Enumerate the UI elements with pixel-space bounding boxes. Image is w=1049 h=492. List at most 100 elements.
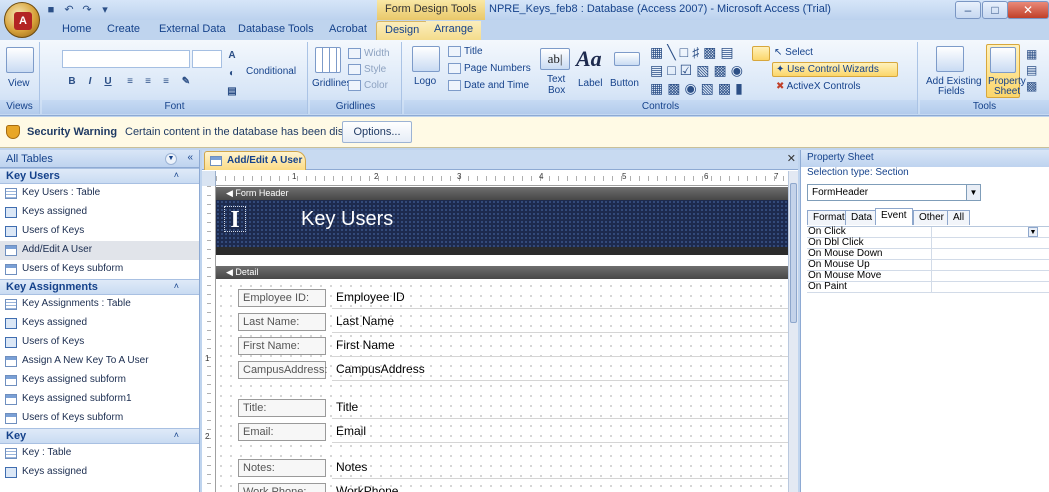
format-painter-icon[interactable]: ✎ (178, 74, 194, 90)
tab-arrange[interactable]: Arrange (426, 21, 482, 40)
controls-gallery-row1[interactable]: ▦╲□♯▩▤ (650, 44, 738, 61)
ptab-other[interactable]: Other (913, 210, 951, 225)
textbox-label-line1[interactable]: Text (547, 74, 565, 85)
vertical-scrollbar[interactable] (788, 171, 798, 492)
field-textbox[interactable]: Notes (332, 457, 788, 479)
minimize-button[interactable]: – (955, 1, 981, 19)
logo-button-label[interactable]: Logo (414, 76, 436, 87)
form-header-section-bar[interactable]: ◀ Form Header (216, 187, 788, 200)
property-value[interactable] (931, 282, 1049, 292)
nav-group-key-assignments[interactable]: Key Assignments ˄ (0, 279, 199, 295)
document-tab-add-edit-user[interactable]: Add/Edit A User (204, 151, 306, 170)
view-button-label[interactable]: View (8, 78, 30, 89)
chevron-down-icon[interactable]: ▼ (165, 153, 177, 165)
activex-controls-button[interactable]: ✖ ActiveX Controls (776, 81, 861, 92)
nav-item[interactable]: Keys assigned (0, 314, 199, 333)
gridlines-button-label[interactable]: Gridlines (312, 78, 351, 89)
maximize-button[interactable]: □ (982, 1, 1008, 19)
conditional-button[interactable]: Conditional (246, 66, 296, 77)
property-value[interactable] (931, 249, 1049, 259)
textbox-icon[interactable]: ab| (540, 48, 570, 70)
font-size-combo[interactable] (192, 50, 222, 68)
title-button[interactable]: Title (448, 46, 483, 57)
close-window-button[interactable]: ✕ (1007, 1, 1049, 19)
italic-button[interactable]: I (82, 74, 98, 90)
fill-color-icon[interactable]: ◐ (224, 66, 240, 82)
close-document-icon[interactable]: ✕ (787, 152, 796, 165)
nav-item[interactable]: Users of Keys (0, 333, 199, 352)
date-time-button[interactable]: Date and Time (448, 80, 529, 91)
field-label[interactable]: Employee ID: (238, 289, 326, 307)
underline-button[interactable]: U (100, 74, 116, 90)
font-color-icon[interactable]: A (224, 48, 240, 64)
chevron-down-icon[interactable]: ▼ (966, 185, 980, 200)
horizontal-ruler[interactable]: 1 2 3 4 5 6 7 (202, 171, 792, 186)
select-button[interactable]: ↖ Select (774, 47, 813, 58)
gridlines-icon[interactable] (315, 47, 341, 73)
label-button-label[interactable]: Label (578, 78, 602, 89)
nav-item[interactable]: Keys assigned subform (0, 371, 199, 390)
field-label[interactable]: Work Phone: (238, 483, 326, 492)
nav-item[interactable]: Users of Keys subform (0, 409, 199, 428)
property-row[interactable]: On Paint (807, 282, 1049, 293)
collapse-pane-icon[interactable]: « (187, 152, 193, 163)
nav-item[interactable]: Users of Keys (0, 222, 199, 241)
button-control-icon[interactable] (614, 52, 640, 66)
property-value[interactable] (931, 260, 1049, 270)
font-name-combo[interactable] (62, 50, 190, 68)
rectangle-control-icon[interactable] (752, 46, 770, 61)
nav-item[interactable]: Keys assigned subform1 (0, 390, 199, 409)
customize-qat-icon[interactable]: ▾ (98, 3, 112, 17)
chevron-down-icon[interactable]: ▼ (1028, 227, 1038, 237)
save-icon[interactable]: ■ (44, 3, 58, 17)
field-textbox[interactable]: CampusAddress (332, 359, 788, 381)
nav-pane-header[interactable]: All Tables ▼ « (0, 150, 199, 168)
tab-external-data[interactable]: External Data (159, 23, 226, 35)
object-selector-combo[interactable]: FormHeader ▼ (807, 184, 981, 201)
tab-create[interactable]: Create (107, 23, 140, 35)
nav-group-key[interactable]: Key ˄ (0, 428, 199, 444)
ptab-event[interactable]: Event (875, 208, 913, 225)
bold-button[interactable]: B (64, 74, 80, 90)
nav-item-selected[interactable]: Add/Edit A User (0, 241, 199, 260)
field-textbox[interactable]: Employee ID (332, 287, 788, 309)
nav-item[interactable]: Keys assigned (0, 203, 199, 222)
add-existing-fields-icon[interactable] (936, 46, 964, 72)
nav-item[interactable]: Users of Keys subform (0, 260, 199, 279)
security-options-button[interactable]: Options... (342, 121, 412, 143)
form-header-section[interactable]: I Key Users (216, 200, 788, 255)
tab-acrobat[interactable]: Acrobat (329, 23, 367, 35)
view-icon[interactable] (6, 47, 34, 73)
tab-home[interactable]: Home (62, 23, 91, 35)
field-label[interactable]: Email: (238, 423, 326, 441)
redo-icon[interactable]: ↷ (80, 3, 94, 17)
page-numbers-button[interactable]: Page Numbers (448, 63, 531, 74)
vertical-ruler[interactable]: 1 2 (202, 186, 216, 492)
textbox-label-line2[interactable]: Box (548, 85, 565, 96)
form-selector[interactable] (202, 171, 216, 186)
office-button[interactable]: A (4, 2, 40, 38)
add-existing-fields-line2[interactable]: Fields (938, 86, 965, 97)
nav-item[interactable]: Key : Table (0, 444, 199, 463)
scrollbar-thumb[interactable] (790, 183, 797, 323)
tab-database-tools[interactable]: Database Tools (238, 23, 314, 35)
controls-gallery-row3[interactable]: ▦▩◉▧▩▮ (650, 80, 747, 97)
property-value[interactable] (931, 238, 1049, 248)
nav-group-key-users[interactable]: Key Users ˄ (0, 168, 199, 184)
tab-design[interactable]: Design (376, 21, 429, 40)
logo-icon[interactable] (412, 46, 440, 72)
nav-item[interactable]: Key Users : Table (0, 184, 199, 203)
detail-section[interactable]: Employee ID: Employee ID Last Name: Last… (216, 281, 788, 492)
form-header-title[interactable]: Key Users (301, 208, 393, 231)
line-color-icon[interactable]: ▤ (224, 84, 240, 100)
align-left-icon[interactable]: ≡ (122, 74, 138, 90)
field-textbox[interactable]: Title (332, 397, 788, 419)
field-label[interactable]: Last Name: (238, 313, 326, 331)
field-label[interactable]: Title: (238, 399, 326, 417)
controls-gallery-row2[interactable]: ▤□☑▧▩◉ (650, 62, 747, 79)
nav-item[interactable]: Assign A New Key To A User (0, 352, 199, 371)
nav-item[interactable]: Keys assigned (0, 463, 199, 482)
logo-image[interactable]: I (224, 206, 246, 233)
field-label[interactable]: First Name: (238, 337, 326, 355)
tools-small-icons[interactable]: ▦ ▤ ▩ (1026, 46, 1037, 94)
